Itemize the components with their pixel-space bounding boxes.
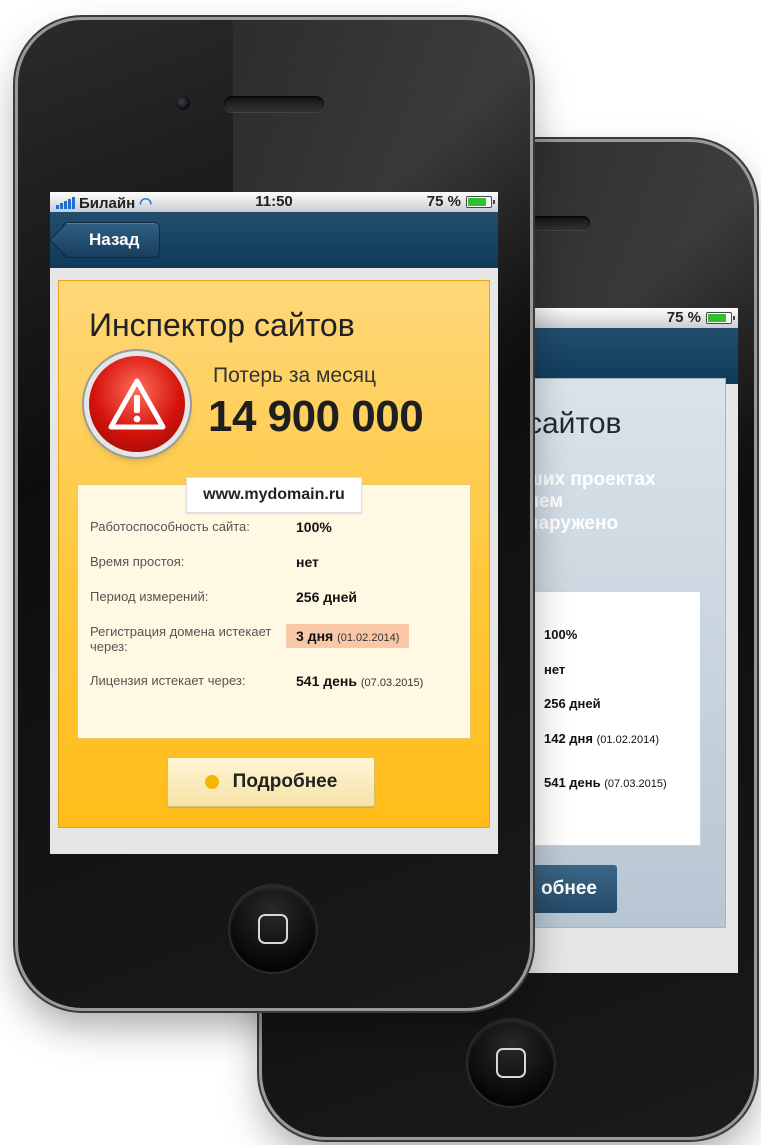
domain-expiry-value: 142 дня (01.02.2014) [544,731,660,746]
info-row: Регистрация домена истекает через: 3 дня… [90,624,458,654]
nav-bar: Назад [50,212,498,268]
info-row: Время простоя: нет [90,554,458,570]
uptime-value: 100% [296,519,332,535]
row-label: Время простоя: [90,554,185,569]
status-dot-icon [204,775,219,789]
battery-icon [466,195,495,208]
more-button-label: Подробнее [232,771,338,792]
battery-percent: 75 % [426,193,461,210]
front-camera [176,96,190,110]
downtime-value: нет [296,554,319,570]
back-button-label: Назад [89,230,140,249]
front-phone-screen: Билайн ◠ 11:50 75 % Назад Инспектор сайт… [50,192,498,854]
info-row: Лицензия истекает через: 541 день (07.03… [90,673,458,689]
downtime-value: нет [544,662,566,677]
uptime-value: 100% [544,627,578,642]
period-value: 256 дней [296,589,357,605]
battery-percent: 75 % [666,309,701,326]
page-title: Инспектор сайтов [89,307,355,343]
home-button[interactable] [468,1020,554,1106]
page-title: сайтов [527,407,622,440]
report-card: сайтов ших проектах лем наружено а: 100%… [521,378,726,928]
period-value: 256 дней [544,696,601,711]
info-row: Работоспособность сайта: 100% [90,519,458,535]
battery-icon [706,311,735,324]
row-label: Работоспособность сайта: [90,519,250,534]
info-panel: а: 100% нет 256 дней 142 дня (01.02.2014… [521,591,701,846]
inspector-card: Инспектор сайтов Потерь за месяц 14 900 … [58,280,490,828]
row-label: Регистрация домена истекает через: [90,624,272,654]
loss-value: 14 900 000 [208,392,424,441]
domain-label: www.mydomain.ru [186,477,362,513]
row-label: Лицензия истекает через: [90,673,246,688]
info-panel: www.mydomain.ru Работоспособность сайта:… [77,477,471,739]
license-expiry-value: 541 день (07.03.2015) [296,673,424,689]
summary-text: ших проектах лем наружено [527,469,656,534]
warning-icon [89,356,185,452]
row-label: Период измерений: [90,589,209,604]
info-row: Период измерений: 256 дней [90,589,458,605]
status-bar: Билайн ◠ 11:50 75 % [50,192,498,212]
home-button[interactable] [230,886,316,972]
loss-label: Потерь за месяц [213,364,376,387]
more-button[interactable]: Подробнее [167,757,375,807]
domain-expiry-value: 3 дня (01.02.2014) [286,624,410,648]
front-phone: Билайн ◠ 11:50 75 % Назад Инспектор сайт… [18,20,530,1008]
more-button[interactable]: обнее [521,865,617,913]
license-expiry-value: 541 день (07.03.2015) [544,775,667,790]
back-button[interactable]: Назад [62,222,161,258]
speaker-grille [224,96,324,112]
